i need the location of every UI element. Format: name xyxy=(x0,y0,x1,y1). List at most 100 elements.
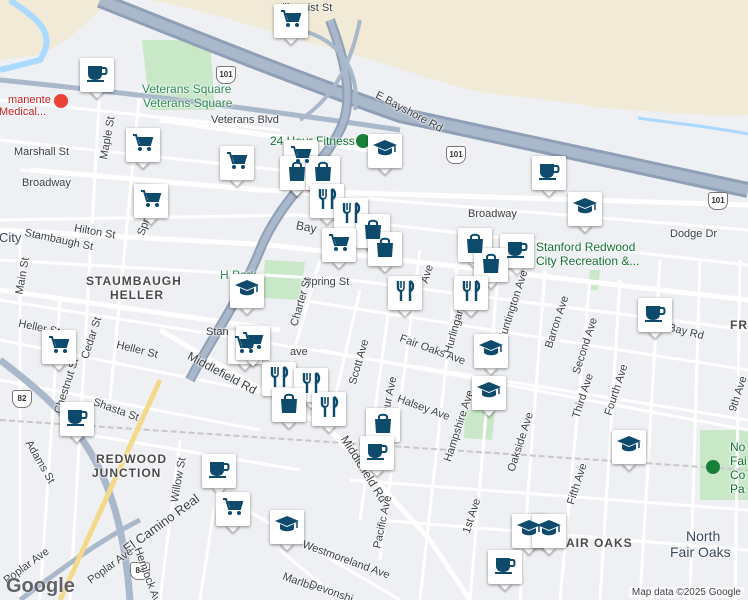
marker-box xyxy=(488,550,522,584)
map-marker-school[interactable] xyxy=(368,134,402,175)
map-marker-cart[interactable] xyxy=(126,128,160,169)
school-icon xyxy=(616,435,642,460)
map-marker-school[interactable] xyxy=(472,376,506,417)
school-icon xyxy=(274,515,300,540)
map-marker-cart[interactable] xyxy=(236,326,270,367)
marker-box xyxy=(474,334,508,368)
map-marker-school[interactable] xyxy=(474,334,508,375)
map-marker-school[interactable] xyxy=(568,192,602,233)
shopping-cart-icon xyxy=(280,9,302,34)
us-101-shield: 101 xyxy=(708,192,728,210)
map-marker-school[interactable] xyxy=(612,430,646,471)
marker-box xyxy=(360,436,394,470)
shopping-cart-icon xyxy=(222,497,244,522)
map-marker-cup[interactable] xyxy=(488,550,522,591)
shopping-cart-icon xyxy=(328,233,350,258)
map-marker-fork[interactable] xyxy=(388,276,422,317)
poi-label[interactable]: Stanford Redwood xyxy=(536,240,635,254)
marker-box xyxy=(368,134,402,168)
shopping-cart-icon xyxy=(226,151,248,176)
marker-box xyxy=(388,276,422,310)
place-label: North xyxy=(686,528,721,544)
map-marker-school[interactable] xyxy=(230,274,264,315)
school-icon xyxy=(234,279,260,304)
map-marker-cup[interactable] xyxy=(80,58,114,99)
coffee-cup-icon xyxy=(505,239,529,264)
marker-box xyxy=(568,192,602,226)
map-marker-cup[interactable] xyxy=(60,402,94,443)
marker-box xyxy=(532,514,566,548)
neighborhood-label: AIR OAKS xyxy=(566,536,633,550)
school-icon xyxy=(372,139,398,164)
poi-label[interactable]: No xyxy=(730,440,745,454)
map-marker-cart[interactable] xyxy=(216,492,250,533)
marker-box xyxy=(454,276,488,310)
street-label: ave xyxy=(290,346,308,358)
street-label: Veterans Blvd xyxy=(211,114,279,126)
marker-box xyxy=(220,146,254,180)
neighborhood-label: FR xyxy=(730,318,748,332)
neighborhood-label: JUNCTION xyxy=(92,466,162,480)
coffee-cup-icon xyxy=(207,459,231,484)
map-marker-cart[interactable] xyxy=(134,184,168,225)
school-icon xyxy=(536,519,562,544)
map-marker-cup[interactable] xyxy=(360,436,394,477)
map-marker-cart[interactable] xyxy=(274,4,308,45)
park-icon[interactable] xyxy=(706,460,720,474)
map-marker-school[interactable] xyxy=(270,510,304,551)
marker-box xyxy=(274,4,308,38)
poi-label[interactable]: Pa xyxy=(730,482,745,496)
ca-82-shield: 82 xyxy=(12,390,32,408)
us-101-shield: 101 xyxy=(446,146,466,164)
neighborhood-label: REDWOOD xyxy=(96,452,167,466)
marker-box xyxy=(322,228,356,262)
map-marker-cart[interactable] xyxy=(322,228,356,269)
place-label: City xyxy=(0,230,22,245)
google-logo: Google xyxy=(6,575,75,597)
place-label: Fair Oaks xyxy=(670,544,731,560)
shopping-cart-icon xyxy=(48,335,70,360)
coffee-cup-icon xyxy=(85,63,109,88)
coffee-cup-icon xyxy=(537,161,561,186)
street-label: Broadway xyxy=(468,208,517,220)
map-marker-cup[interactable] xyxy=(532,156,566,197)
map-canvas[interactable]: 101 101 101 82 84 ellinquist St E Baysho… xyxy=(0,0,748,600)
map-marker-cup[interactable] xyxy=(638,298,672,339)
marker-box xyxy=(312,392,346,426)
map-marker-cart[interactable] xyxy=(42,330,76,371)
shopping-bag-icon xyxy=(481,252,501,279)
poi-label[interactable]: Fai xyxy=(730,454,747,468)
map-marker-cart[interactable] xyxy=(220,146,254,187)
marker-box xyxy=(638,298,672,332)
coffee-cup-icon xyxy=(365,441,389,466)
shopping-cart-icon xyxy=(132,133,154,158)
marker-box xyxy=(60,402,94,436)
map-marker-school[interactable] xyxy=(532,514,566,555)
neighborhood-label: STAUMBAUGH xyxy=(86,274,182,288)
coffee-cup-icon xyxy=(65,407,89,432)
shopping-bag-icon xyxy=(313,160,333,187)
marker-box xyxy=(236,326,270,360)
marker-box xyxy=(472,376,506,410)
poi-label[interactable]: City Recreation &... xyxy=(536,254,639,268)
poi-label[interactable]: Co xyxy=(730,468,745,482)
school-icon xyxy=(572,197,598,222)
marker-box xyxy=(270,510,304,544)
street-label: Stan xyxy=(206,326,229,338)
shopping-bag-icon xyxy=(373,412,393,439)
neighborhood-label: HELLER xyxy=(110,288,164,302)
street-label: Broadway xyxy=(22,177,71,189)
street-label: Marshall St xyxy=(14,146,70,158)
park-label: Veterans Square xyxy=(142,82,232,96)
street-label: Dodge Dr xyxy=(670,228,718,240)
shopping-cart-icon xyxy=(140,189,162,214)
school-icon xyxy=(476,381,502,406)
map-marker-fork[interactable] xyxy=(454,276,488,317)
map-credit[interactable]: Map data ©2025 Google xyxy=(628,587,744,598)
marker-box xyxy=(216,492,250,526)
map-marker-cup[interactable] xyxy=(202,454,236,495)
hospital-icon[interactable] xyxy=(54,94,68,108)
map-marker-fork[interactable] xyxy=(312,392,346,433)
park-label: Veterans Square xyxy=(143,96,233,110)
coffee-cup-icon xyxy=(493,555,517,580)
